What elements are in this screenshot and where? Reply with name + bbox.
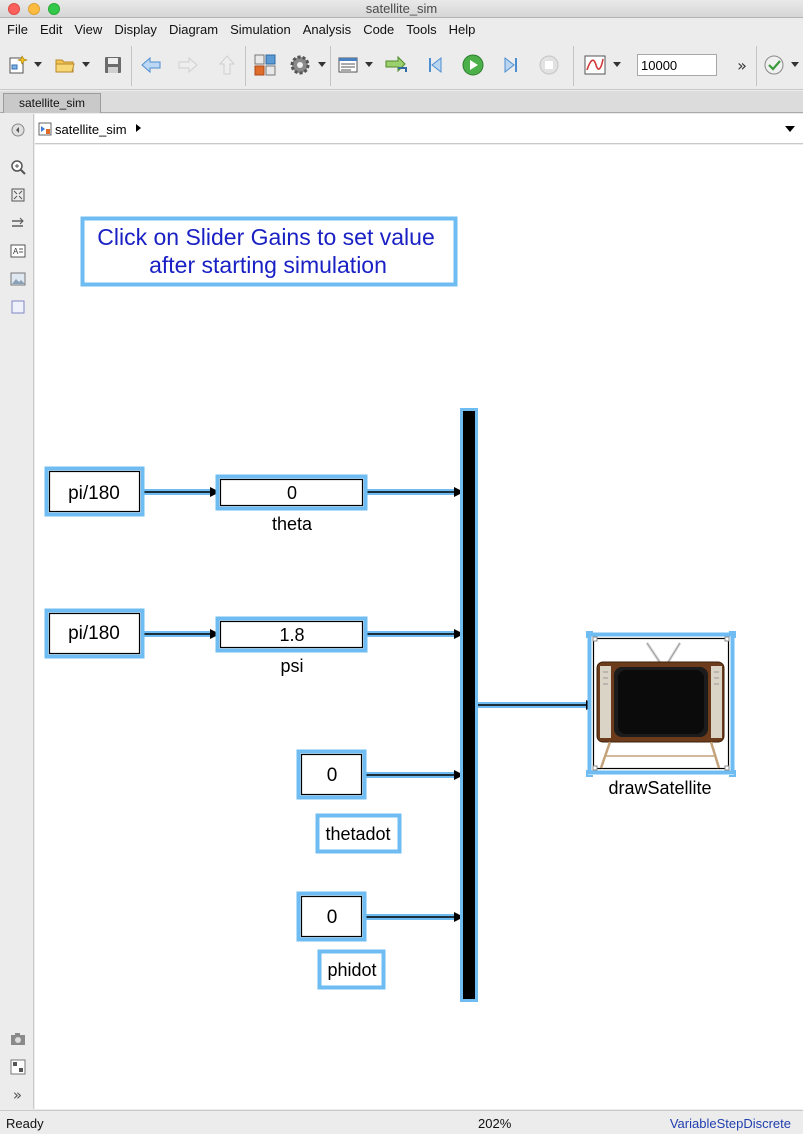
toolbar-separator <box>573 46 574 86</box>
new-model-dropdown-icon[interactable] <box>34 62 42 67</box>
area-icon[interactable] <box>9 298 26 315</box>
menu-tools[interactable]: Tools <box>406 22 436 37</box>
menu-bar: File Edit View Display Diagram Simulatio… <box>0 19 803 40</box>
window-title: satellite_sim <box>365 1 438 16</box>
menu-diagram[interactable]: Diagram <box>169 22 218 37</box>
constant-block-theta[interactable]: pi/180 <box>44 466 145 517</box>
title-bar: satellite_sim <box>0 0 803 18</box>
annotation-line-1: Click on Slider Gains to set value <box>97 224 435 250</box>
status-bar: Ready 202% VariableStepDiscrete <box>0 1110 803 1134</box>
toolbar-separator <box>756 46 757 86</box>
tab-strip: satellite_sim <box>0 91 803 113</box>
menu-code[interactable]: Code <box>363 22 394 37</box>
svg-text:A: A <box>13 247 19 256</box>
menu-simulation[interactable]: Simulation <box>230 22 291 37</box>
slider-gain-psi[interactable]: 1.8 <box>215 616 368 653</box>
palette-more-icon[interactable]: » <box>9 1086 26 1104</box>
block-diagram: Click on Slider Gains to set value after… <box>44 216 736 1002</box>
toolbar-separator <box>245 46 246 86</box>
simulink-window: satellite_sim File Edit View Display Dia… <box>0 0 803 1134</box>
update-diagram-icon[interactable] <box>384 53 410 77</box>
annotation-line-2: after starting simulation <box>149 252 387 278</box>
constant-block-psi[interactable]: pi/180 <box>44 608 145 659</box>
run-icon[interactable] <box>460 53 486 77</box>
zoom-level: 202% <box>478 1116 512 1131</box>
annotation-icon[interactable]: A <box>9 242 26 259</box>
constant-block-thetadot[interactable]: 0 <box>296 749 367 800</box>
scope-icon[interactable] <box>582 53 608 77</box>
block-label-thetadot: thetadot <box>325 824 390 844</box>
scope-dropdown-icon[interactable] <box>613 62 621 67</box>
tab-satellite-sim[interactable]: satellite_sim <box>3 93 101 113</box>
annotation-box[interactable]: Click on Slider Gains to set value after… <box>80 216 458 287</box>
step-back-icon[interactable] <box>424 53 448 77</box>
new-model-icon[interactable] <box>6 53 30 77</box>
zoom-in-icon[interactable] <box>9 158 26 175</box>
back-arrow-icon[interactable] <box>139 53 163 77</box>
model-explorer-icon[interactable] <box>336 53 360 77</box>
image-icon[interactable] <box>9 270 26 287</box>
settings-dropdown-icon[interactable] <box>318 62 326 67</box>
gain-value: 1.8 <box>279 625 304 645</box>
status-text: Ready <box>6 1116 44 1131</box>
fit-view-icon[interactable] <box>9 186 26 203</box>
left-palette: A » <box>0 114 34 1109</box>
menu-analysis[interactable]: Analysis <box>303 22 351 37</box>
breadcrumb: satellite_sim <box>35 114 803 144</box>
label-box-phidot[interactable]: phidot <box>317 949 386 990</box>
model-icon <box>38 122 52 136</box>
breadcrumb-dropdown-icon[interactable] <box>785 126 795 132</box>
model-settings-gear-icon[interactable] <box>288 53 312 77</box>
explorer-dropdown-icon[interactable] <box>365 62 373 67</box>
slider-gain-theta[interactable]: 0 <box>215 474 368 511</box>
block-label-theta: theta <box>272 514 313 534</box>
stop-icon[interactable] <box>536 53 562 77</box>
menu-display[interactable]: Display <box>114 22 157 37</box>
more-icon[interactable]: » <box>733 53 751 77</box>
toolbar-separator <box>330 46 331 86</box>
menu-file[interactable]: File <box>7 22 28 37</box>
menu-view[interactable]: View <box>74 22 102 37</box>
check-icon[interactable] <box>762 53 786 77</box>
solver-link[interactable]: VariableStepDiscrete <box>670 1116 791 1131</box>
block-label-psi: psi <box>280 656 303 676</box>
up-arrow-icon[interactable] <box>215 53 239 77</box>
breadcrumb-chevron-icon[interactable] <box>136 124 141 132</box>
toolbar-separator <box>131 46 132 86</box>
camera-icon[interactable] <box>9 1030 26 1047</box>
open-folder-icon[interactable] <box>52 53 78 77</box>
model-canvas[interactable]: Click on Slider Gains to set value after… <box>35 145 803 1109</box>
constant-value: 0 <box>327 907 338 928</box>
constant-value: pi/180 <box>68 623 120 644</box>
open-dropdown-icon[interactable] <box>82 62 90 67</box>
model-browser-icon[interactable] <box>9 1058 26 1075</box>
mux-block[interactable] <box>460 408 478 1002</box>
forward-arrow-icon[interactable] <box>176 53 200 77</box>
label-box-thetadot[interactable]: thetadot <box>315 813 402 854</box>
draw-satellite-block[interactable] <box>586 631 736 777</box>
library-browser-icon[interactable] <box>252 53 278 77</box>
check-dropdown-icon[interactable] <box>791 62 799 67</box>
constant-value: pi/180 <box>68 483 120 504</box>
menu-help[interactable]: Help <box>449 22 476 37</box>
block-label-draw-satellite: drawSatellite <box>608 778 711 798</box>
block-label-phidot: phidot <box>327 960 376 980</box>
arrow-icon[interactable] <box>9 214 26 231</box>
constant-value: 0 <box>327 765 338 786</box>
save-icon[interactable] <box>101 53 125 77</box>
stop-time-input[interactable] <box>637 54 717 76</box>
gain-value: 0 <box>287 483 297 503</box>
constant-block-phidot[interactable]: 0 <box>296 891 367 942</box>
hide-browser-icon[interactable] <box>9 121 26 138</box>
menu-edit[interactable]: Edit <box>40 22 62 37</box>
breadcrumb-model[interactable]: satellite_sim <box>55 122 127 137</box>
step-forward-icon[interactable] <box>498 53 522 77</box>
